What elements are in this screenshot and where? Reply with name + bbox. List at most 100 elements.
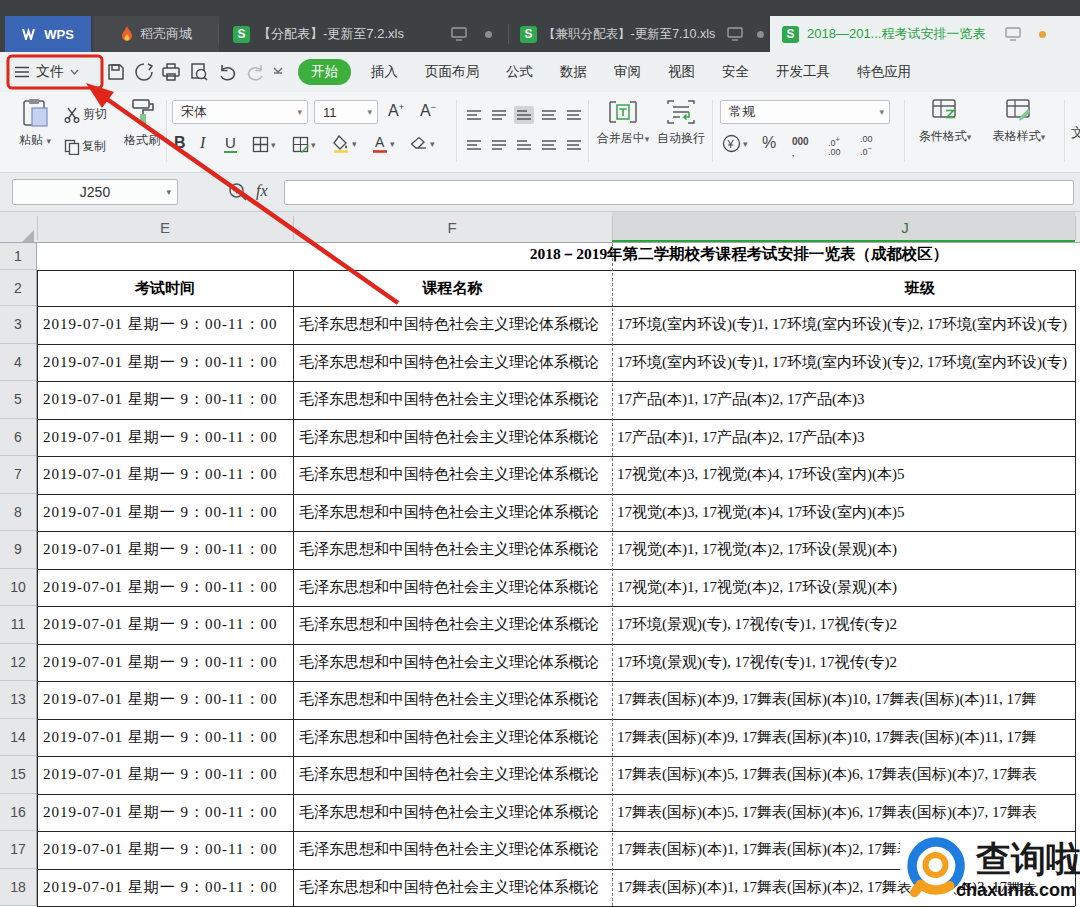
menu-item-4[interactable]: 数据	[560, 63, 587, 81]
menu-item-8[interactable]: 开发工具	[776, 63, 830, 81]
cell-course-name[interactable]: 毛泽东思想和中国特色社会主义理论体系概论	[299, 456, 610, 494]
cell-course-name[interactable]: 毛泽东思想和中国特色社会主义理论体系概论	[299, 569, 610, 607]
cell-exam-time[interactable]: 2019-07-01 星期一 9：00-11：00	[43, 494, 291, 532]
fx-label[interactable]: fx	[256, 182, 268, 200]
cell-exam-time[interactable]: 2019-07-01 星期一 9：00-11：00	[43, 794, 291, 832]
cell-exam-time[interactable]: 2019-07-01 星期一 9：00-11：00	[43, 344, 291, 382]
undo-icon[interactable]	[218, 62, 238, 82]
cell-course-name[interactable]: 毛泽东思想和中国特色社会主义理论体系概论	[299, 681, 610, 719]
align-middle-button[interactable]	[489, 106, 509, 124]
file-menu-button[interactable]: 文件	[14, 60, 79, 84]
table-style-button[interactable]: 表格样式▾	[986, 98, 1052, 145]
currency-button[interactable]: ¥▾	[722, 134, 748, 153]
row-number-1[interactable]: 1	[0, 243, 36, 270]
row-number-3[interactable]: 3	[0, 306, 36, 344]
italic-button[interactable]: I	[200, 134, 205, 152]
format-painter-button[interactable]: 格式刷	[120, 98, 164, 149]
tab-document-1[interactable]: S 【分配表】-更新至7.2.xls	[221, 16, 509, 52]
cell-course-name[interactable]: 毛泽东思想和中国特色社会主义理论体系概论	[299, 794, 610, 832]
increase-font-button[interactable]: A+	[388, 102, 404, 120]
row-number-12[interactable]: 12	[0, 644, 36, 682]
cell-classes[interactable]: 17舞表(国标)(本)5, 17舞表(国标)(本)6, 17舞表(国标)(本)7…	[617, 794, 1074, 832]
indent-decrease-button[interactable]	[539, 106, 559, 124]
align-top-button[interactable]	[464, 106, 484, 124]
draw-border-button[interactable]: ▾	[292, 136, 316, 153]
cell-classes[interactable]: 17视觉(本)3, 17视觉(本)4, 17环设(室内)(本)5	[617, 494, 1074, 532]
row-number-11[interactable]: 11	[0, 606, 36, 644]
borders-button[interactable]: ▾	[252, 136, 276, 153]
cell-course-name[interactable]: 毛泽东思想和中国特色社会主义理论体系概论	[299, 719, 610, 757]
cell-classes[interactable]: 17舞表(国标)(本)5, 17舞表(国标)(本)6, 17舞表(国标)(本)7…	[617, 756, 1074, 794]
row-number-14[interactable]: 14	[0, 719, 36, 757]
header-cell-course[interactable]: 课程名称	[293, 270, 612, 306]
redo-icon[interactable]	[245, 62, 265, 82]
zoom-search-icon[interactable]	[228, 182, 248, 202]
cell-exam-time[interactable]: 2019-07-01 星期一 9：00-11：00	[43, 719, 291, 757]
cell-course-name[interactable]: 毛泽东思想和中国特色社会主义理论体系概论	[299, 306, 610, 344]
cell-exam-time[interactable]: 2019-07-01 星期一 9：00-11：00	[43, 644, 291, 682]
cell-exam-time[interactable]: 2019-07-01 星期一 9：00-11：00	[43, 456, 291, 494]
number-format-select[interactable]: 常规▾	[720, 100, 890, 124]
bold-button[interactable]: B	[174, 134, 186, 152]
cell-classes[interactable]: 17视觉(本)1, 17视觉(本)2, 17环设(景观)(本)	[617, 531, 1074, 569]
cell-classes[interactable]: 17产品(本)1, 17产品(本)2, 17产品(本)3	[617, 381, 1074, 419]
cell-exam-time[interactable]: 2019-07-01 星期一 9：00-11：00	[43, 869, 291, 907]
cut-button[interactable]: 剪切	[64, 106, 107, 123]
row-number-16[interactable]: 16	[0, 794, 36, 832]
row-number-9[interactable]: 9	[0, 531, 36, 569]
output-icon[interactable]	[134, 62, 154, 82]
cell-exam-time[interactable]: 2019-07-01 星期一 9：00-11：00	[43, 831, 291, 869]
name-box[interactable]: J250▾	[12, 179, 178, 205]
font-size-select[interactable]: 11▾	[314, 100, 378, 124]
copy-button[interactable]: 复制	[64, 138, 106, 155]
cell-exam-time[interactable]: 2019-07-01 星期一 9：00-11：00	[43, 306, 291, 344]
underline-button[interactable]: U	[224, 134, 237, 153]
increase-decimal-button[interactable]: .0+.00	[828, 135, 841, 157]
cell-exam-time[interactable]: 2019-07-01 星期一 9：00-11：00	[43, 606, 291, 644]
menu-item-5[interactable]: 审阅	[614, 63, 641, 81]
cell-classes[interactable]: 17环境(室内环设)(专)1, 17环境(室内环设)(专)2, 17环境(室内环…	[617, 344, 1074, 382]
header-cell-time[interactable]: 考试时间	[37, 270, 293, 306]
wrap-text-button[interactable]: 自动换行	[656, 98, 706, 147]
decrease-font-button[interactable]: A−	[420, 102, 436, 120]
tab-document-2[interactable]: S 【兼职分配表】-更新至7.10.xls	[510, 16, 770, 52]
row-number-2[interactable]: 2	[0, 270, 36, 306]
clear-format-button[interactable]: ▾	[410, 136, 435, 151]
conditional-format-button[interactable]: 条件格式▾	[912, 98, 978, 145]
comma-style-button[interactable]: 000,	[792, 136, 809, 158]
align-distribute-button[interactable]	[564, 136, 584, 154]
cell-exam-time[interactable]: 2019-07-01 星期一 9：00-11：00	[43, 419, 291, 457]
formula-input[interactable]	[284, 180, 1074, 205]
column-header-j-selected[interactable]	[612, 212, 1075, 242]
select-all-corner[interactable]	[22, 230, 34, 242]
menu-item-0[interactable]: 开始	[298, 59, 351, 85]
decrease-decimal-button[interactable]: .00.0−	[860, 135, 873, 157]
cell-classes[interactable]: 17环境(室内环设)(专)1, 17环境(室内环设)(专)2, 17环境(室内环…	[617, 306, 1074, 344]
row-number-17[interactable]: 17	[0, 831, 36, 869]
cell-course-name[interactable]: 毛泽东思想和中国特色社会主义理论体系概论	[299, 381, 610, 419]
cell-course-name[interactable]: 毛泽东思想和中国特色社会主义理论体系概论	[299, 869, 610, 907]
row-number-4[interactable]: 4	[0, 344, 36, 382]
tab-wps[interactable]: WPS	[5, 16, 91, 52]
column-header-e[interactable]: E	[160, 219, 170, 236]
cell-course-name[interactable]: 毛泽东思想和中国特色社会主义理论体系概论	[299, 494, 610, 532]
cell-exam-time[interactable]: 2019-07-01 星期一 9：00-11：00	[43, 381, 291, 419]
cell-course-name[interactable]: 毛泽东思想和中国特色社会主义理论体系概论	[299, 531, 610, 569]
cell-exam-time[interactable]: 2019-07-01 星期一 9：00-11：00	[43, 756, 291, 794]
save-icon[interactable]	[106, 62, 126, 82]
row-number-7[interactable]: 7	[0, 456, 36, 494]
font-name-select[interactable]: 宋体▾	[172, 100, 308, 124]
cell-classes[interactable]: 17环境(景观)(专), 17视传(专)1, 17视传(专)2	[617, 606, 1074, 644]
paste-button[interactable]: 粘贴 ▾	[12, 98, 58, 149]
cell-exam-time[interactable]: 2019-07-01 星期一 9：00-11：00	[43, 569, 291, 607]
align-center-button[interactable]	[489, 136, 509, 154]
align-left-button[interactable]	[464, 136, 484, 154]
column-header-j[interactable]: J	[901, 219, 909, 236]
menu-item-3[interactable]: 公式	[506, 63, 533, 81]
column-header-f[interactable]: F	[447, 219, 456, 236]
row-number-6[interactable]: 6	[0, 419, 36, 457]
cell-exam-time[interactable]: 2019-07-01 星期一 9：00-11：00	[43, 681, 291, 719]
cell-classes[interactable]: 17舞表(国标)(本)9, 17舞表(国标)(本)10, 17舞表(国标)(本)…	[617, 719, 1074, 757]
menu-item-7[interactable]: 安全	[722, 63, 749, 81]
indent-increase-button[interactable]	[564, 106, 584, 124]
